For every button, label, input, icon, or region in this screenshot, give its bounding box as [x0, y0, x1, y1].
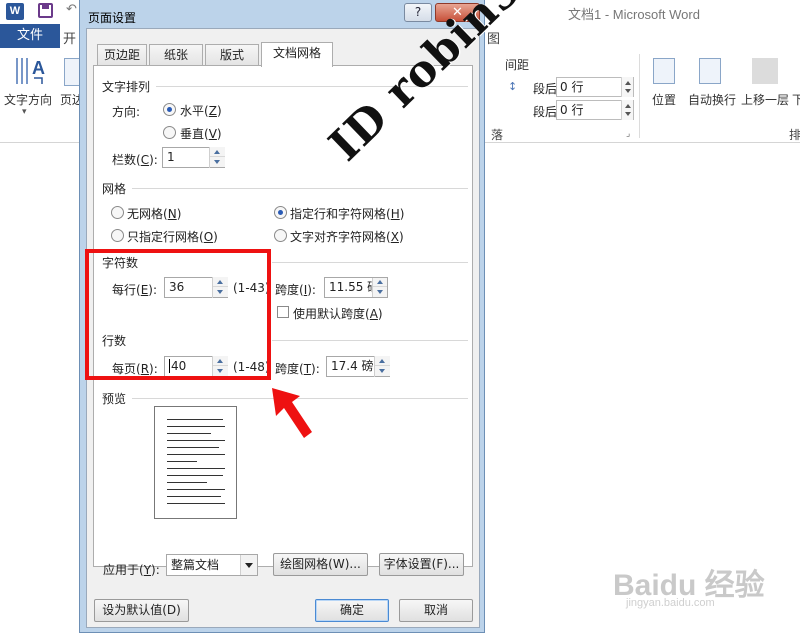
char-pitch-field[interactable]: 11.55 磅 [324, 277, 388, 298]
preview-line [167, 461, 197, 462]
baidu-url: jingyan.baidu.com [626, 597, 715, 609]
preview-page [154, 406, 237, 519]
text-direction-section-title: 文字排列 [102, 80, 151, 94]
apply-to-label: 应用于(Y): [103, 563, 160, 577]
preview-line [167, 426, 225, 427]
chevron-down-icon[interactable]: ▾ [22, 107, 27, 117]
columns-stepper[interactable] [209, 147, 225, 168]
preview-line [167, 468, 225, 469]
position-button[interactable]: 位置 [652, 91, 676, 108]
text-direction-button[interactable]: 文字方向 [4, 91, 52, 108]
bring-forward-button[interactable]: 上移一层 [741, 91, 789, 108]
spacing-group-label: 间距 [505, 58, 530, 72]
spacing-after-value: 0 行 [560, 103, 584, 117]
snap-to-char-grid-radio[interactable] [274, 229, 287, 242]
tab-strip: 页边距 纸张 版式 文档网格 [97, 42, 427, 67]
svg-text:A: A [32, 58, 45, 78]
spacing-before-icon: ↕ [508, 80, 518, 93]
preview-line [167, 447, 219, 448]
vertical-label[interactable]: 垂直(V) [180, 125, 222, 142]
help-button[interactable]: ? [404, 3, 432, 22]
spacing-before-stepper[interactable] [621, 77, 633, 97]
line-pitch-field[interactable]: 17.4 磅 [326, 356, 390, 377]
red-arrow-icon [272, 388, 312, 438]
spacing-before-field[interactable]: 0 行 [556, 77, 634, 97]
ribbon-tab-home[interactable]: 开 [63, 28, 76, 47]
window-title: 文档1 - Microsoft Word [568, 7, 700, 22]
use-default-pitch-label[interactable]: 使用默认跨度(A) [293, 305, 383, 322]
divider [272, 340, 468, 341]
tab-layout[interactable]: 版式 [205, 44, 259, 66]
paragraph-group-label: 落 [491, 128, 504, 142]
highlight-box [85, 249, 271, 380]
snap-to-char-grid-label[interactable]: 文字对齐字符网格(X) [290, 228, 404, 245]
draw-grid-button[interactable]: 绘图网格(W)... [273, 553, 368, 576]
divider [272, 262, 468, 263]
preview-line [167, 433, 211, 434]
preview-line [167, 475, 223, 476]
preview-line [167, 454, 225, 455]
text-direction-icon[interactable]: A [12, 54, 50, 88]
line-pitch-stepper[interactable] [374, 356, 390, 377]
cancel-button[interactable]: 取消 [399, 599, 473, 622]
preview-line [167, 503, 225, 504]
preview-line [167, 489, 225, 490]
dialog-launcher-icon[interactable]: ⌟ [626, 129, 630, 139]
group-separator [639, 54, 640, 138]
arrange-group-label: 排 [789, 128, 800, 142]
spacing-before-label: 段后 [533, 82, 558, 96]
apply-to-select[interactable]: 整篇文档 [166, 554, 258, 576]
undo-icon[interactable]: ↶ [66, 2, 77, 17]
preview-line [167, 440, 225, 441]
line-pitch-label: 跨度(T): [275, 362, 320, 376]
bring-forward-icon[interactable] [752, 58, 778, 84]
chevron-down-icon[interactable] [240, 555, 257, 575]
tab-paper[interactable]: 纸张 [149, 44, 203, 66]
spacing-after-stepper[interactable] [621, 100, 633, 120]
char-pitch-label: 跨度(I): [275, 283, 316, 297]
file-tab[interactable]: 文件 [0, 24, 60, 48]
line-and-char-grid-radio[interactable] [274, 206, 287, 219]
horizontal-radio[interactable] [163, 103, 176, 116]
ok-button[interactable]: 确定 [315, 599, 389, 622]
spacing-before-value: 0 行 [560, 80, 584, 94]
save-icon[interactable] [38, 3, 53, 18]
position-icon[interactable] [653, 58, 675, 84]
preview-line [167, 496, 221, 497]
vertical-radio[interactable] [163, 126, 176, 139]
columns-value: 1 [167, 150, 175, 164]
line-pitch-value: 17.4 磅 [331, 359, 374, 373]
tab-margins[interactable]: 页边距 [97, 44, 147, 66]
set-default-button[interactable]: 设为默认值(D) [94, 599, 189, 622]
no-grid-label[interactable]: 无网格(N) [127, 205, 181, 222]
lines-only-grid-label[interactable]: 只指定行网格(O) [127, 228, 218, 245]
direction-label: 方向: [112, 105, 141, 119]
columns-label: 栏数(C): [112, 153, 158, 167]
no-grid-radio[interactable] [111, 206, 124, 219]
word-app-icon[interactable]: W [6, 3, 24, 20]
tab-document-grid[interactable]: 文档网格 [261, 42, 333, 67]
wrap-text-button[interactable]: 自动换行 [688, 91, 736, 108]
preview-line [167, 482, 207, 483]
wrap-text-icon[interactable] [699, 58, 721, 84]
horizontal-label[interactable]: 水平(Z) [180, 102, 222, 119]
lines-only-grid-radio[interactable] [111, 229, 124, 242]
char-pitch-stepper[interactable] [372, 278, 387, 297]
send-backward-button[interactable]: 下 [792, 91, 800, 108]
divider [132, 188, 468, 189]
apply-to-value: 整篇文档 [171, 558, 220, 572]
columns-field[interactable]: 1 [162, 147, 225, 168]
dialog-title: 页面设置 [88, 11, 137, 25]
font-settings-button[interactable]: 字体设置(F)... [379, 553, 464, 576]
grid-section-title: 网格 [102, 182, 127, 196]
preview-section-title: 预览 [102, 392, 127, 406]
use-default-pitch-checkbox[interactable] [277, 306, 289, 318]
spacing-after-field[interactable]: 0 行 [556, 100, 634, 120]
preview-line [167, 419, 223, 420]
spacing-after-label: 段后 [533, 105, 558, 119]
line-and-char-grid-label[interactable]: 指定行和字符网格(H) [290, 205, 404, 222]
